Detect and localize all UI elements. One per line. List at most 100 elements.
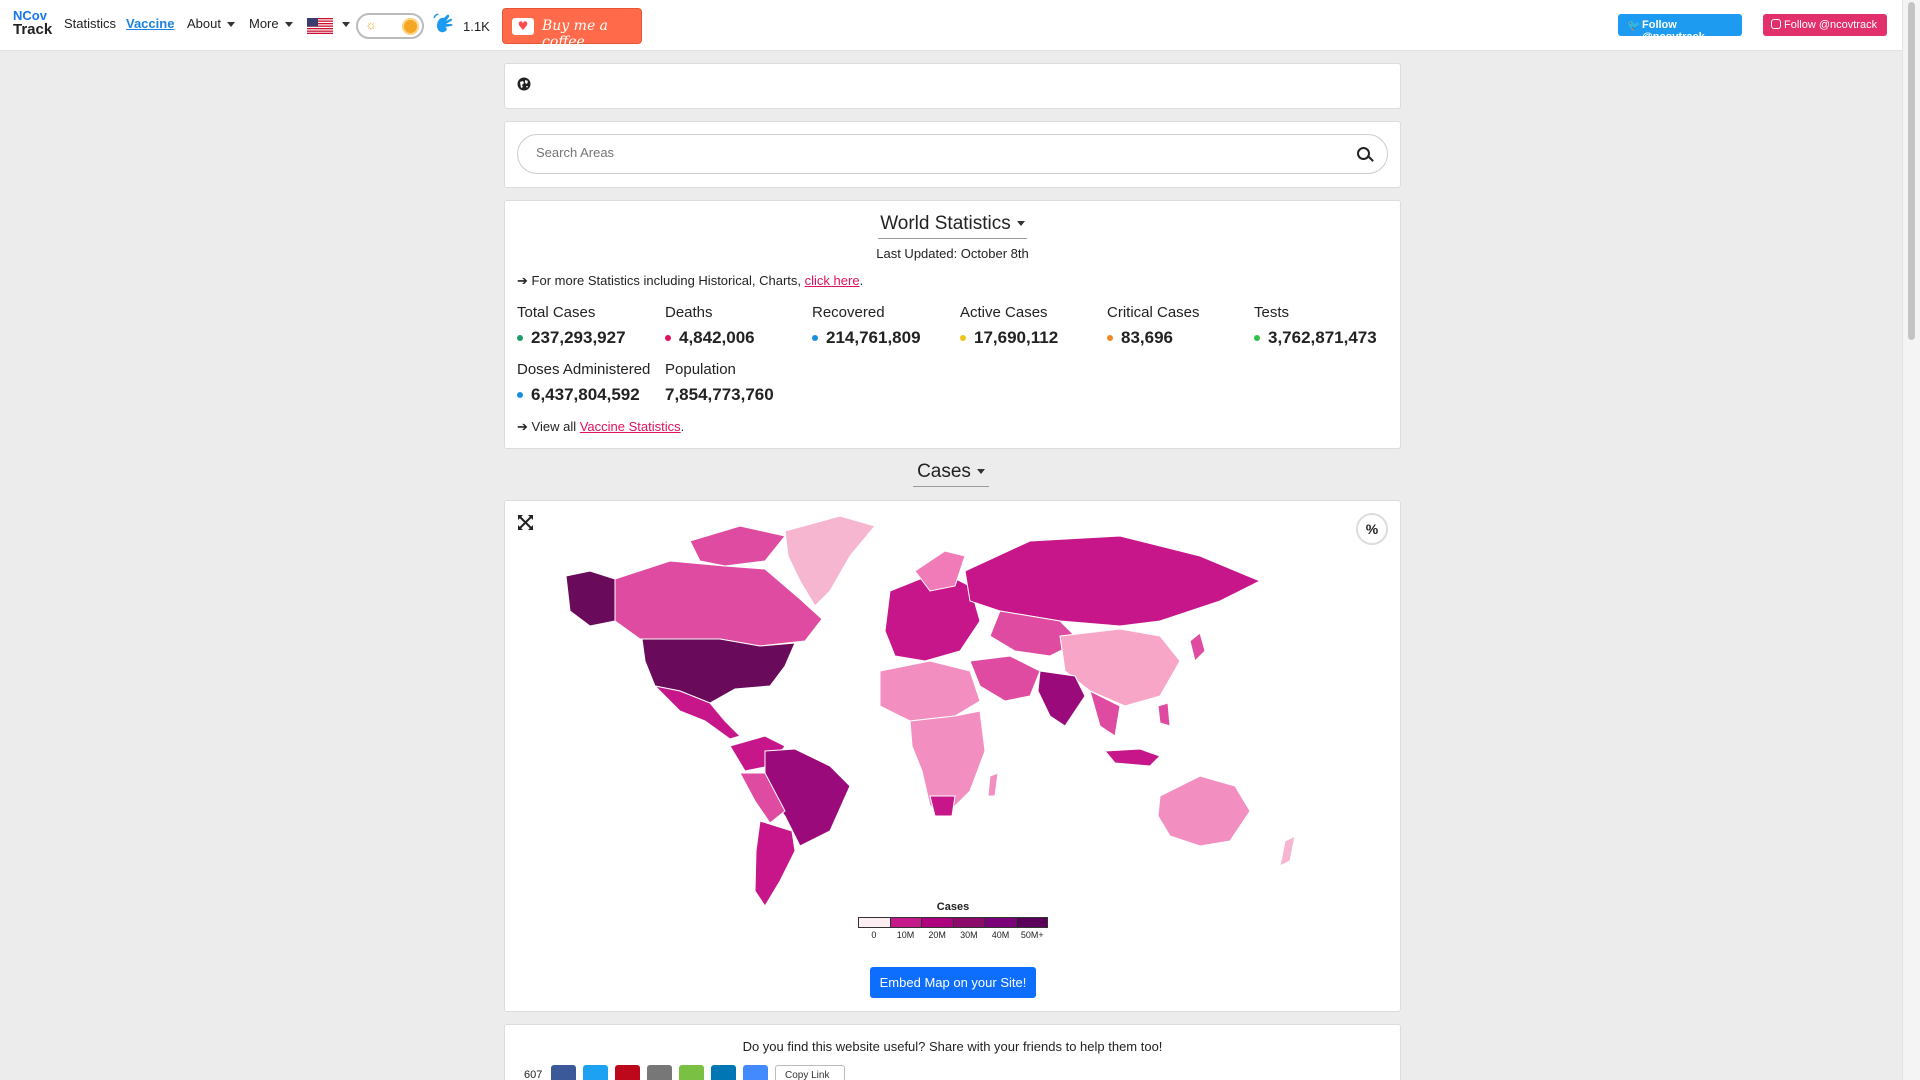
map-region-japan (1189, 632, 1206, 662)
stat-label: Population (665, 361, 736, 378)
percent-toggle-button[interactable]: % (1356, 513, 1388, 545)
chevron-down-icon (976, 469, 985, 475)
instagram-icon (1771, 19, 1781, 29)
chevron-down-icon[interactable] (342, 22, 350, 27)
page-scrollbar[interactable] (1902, 0, 1920, 1080)
pinterest-share-icon[interactable] (615, 1065, 640, 1080)
messenger-share-icon[interactable] (743, 1065, 768, 1080)
more-statistics-line: ➔ For more Statistics including Historic… (517, 273, 863, 289)
stat-value: 3,762,871,473 (1268, 328, 1377, 347)
click-here-link[interactable]: click here (805, 273, 860, 288)
search-card (504, 121, 1401, 188)
status-dot (665, 334, 671, 341)
vaccine-statistics-line: ➔ View all Vaccine Statistics. (517, 419, 684, 435)
share-question: Do you find this website useful? Share w… (742, 1039, 1163, 1054)
vaccine-statistics-link[interactable]: Vaccine Statistics (580, 419, 681, 434)
stat-total-cases: Total Cases 237,293,927 (517, 304, 626, 348)
world-statistics-card: World Statistics Last Updated: October 8… (504, 200, 1401, 449)
sun-icon: ☼ (365, 17, 377, 32)
linkedin-share-icon[interactable] (711, 1065, 736, 1080)
embed-map-button[interactable]: Embed Map on your Site! (870, 967, 1036, 998)
map-region-south-africa (929, 795, 956, 817)
instagram-follow-label: Follow @ncovtrack (1784, 19, 1878, 31)
twitter-follow-button[interactable]: 🐦 Follow @ncovtrack (1618, 14, 1742, 43)
search-input[interactable] (536, 145, 1316, 160)
arrow-right-icon: ➔ (517, 419, 528, 434)
more-statistics-text: For more Statistics including Historical… (531, 273, 802, 288)
globe-icon[interactable] (517, 77, 531, 91)
arrow-right-icon: ➔ (517, 273, 528, 288)
map-metric-label: Cases (917, 461, 971, 482)
legend-swatch (984, 918, 1016, 927)
legend-swatch (889, 918, 921, 927)
map-region-middle-east (969, 655, 1041, 702)
last-updated: Last Updated: October 8th (876, 246, 1029, 261)
stat-label: Active Cases (960, 304, 1048, 321)
us-flag-icon[interactable] (307, 18, 333, 34)
scrollbar-thumb[interactable] (1908, 2, 1915, 340)
map-region-argentina-chile (754, 820, 796, 907)
legend-tick-label: 50M+ (1020, 930, 1044, 940)
location-card (504, 63, 1401, 109)
status-dot (812, 334, 818, 341)
facebook-share-icon[interactable] (551, 1065, 576, 1080)
legend-color-scale (858, 917, 1048, 928)
wave-hand-icon[interactable] (432, 12, 456, 36)
map-region-canada-islands (689, 525, 786, 567)
world-choropleth-map[interactable] (560, 511, 1345, 911)
stat-doses-administered: Doses Administered 6,437,804,592 (517, 361, 650, 405)
instagram-follow-button[interactable]: Follow @ncovtrack (1763, 14, 1887, 36)
map-region-alaska (565, 570, 616, 627)
stat-label: Total Cases (517, 304, 596, 321)
toggle-knob (402, 18, 419, 35)
nav-about-dropdown[interactable]: About (187, 16, 235, 31)
nav-statistics-link[interactable]: Statistics (64, 16, 116, 31)
twitter-share-icon[interactable] (583, 1065, 608, 1080)
world-statistics-title: World Statistics (880, 213, 1011, 234)
theme-toggle[interactable]: ☼ (356, 13, 424, 39)
stat-tests: Tests 3,762,871,473 (1254, 304, 1377, 348)
map-region-new-zealand (1279, 835, 1296, 867)
share-count: 607 (524, 1069, 543, 1080)
site-logo[interactable]: NCov Track (13, 9, 52, 38)
stat-value: 17,690,112 (974, 328, 1059, 347)
copy-link-button[interactable]: Copy Link (775, 1065, 845, 1080)
legend-swatch (952, 918, 984, 927)
view-all-text: View all (531, 419, 577, 434)
legend-swatch (859, 918, 890, 927)
map-region-australia (1157, 775, 1251, 847)
map-metric-selector[interactable]: Cases (0, 461, 1902, 487)
map-legend: Cases 0 10M 20M 30M 40M 50M+ (858, 901, 1048, 940)
status-dot (517, 334, 523, 341)
nav-vaccine-link[interactable]: Vaccine (126, 16, 174, 31)
legend-swatch (1015, 918, 1047, 927)
legend-swatch (921, 918, 953, 927)
map-region-canada (614, 560, 823, 647)
legend-tick-label: 40M (991, 930, 1010, 940)
twitter-bird-icon: 🐦 (1627, 20, 1641, 32)
fullscreen-expand-icon[interactable] (517, 514, 534, 531)
chevron-down-icon (226, 22, 235, 28)
stat-value: 7,854,773,760 (665, 385, 774, 404)
nav-more-dropdown[interactable]: More (249, 16, 293, 31)
sharethis-share-icon[interactable] (679, 1065, 704, 1080)
stat-label: Recovered (812, 304, 885, 321)
world-map-card: % Cases 0 10M 20M 30M 40M 50M+ Embed Map… (504, 500, 1401, 1012)
stat-critical-cases: Critical Cases 83,696 (1107, 304, 1200, 348)
email-share-icon[interactable] (647, 1065, 672, 1080)
chevron-down-icon (284, 22, 293, 28)
twitter-follow-label: Follow @ncovtrack (1642, 19, 1705, 43)
search-icon[interactable] (1357, 147, 1370, 160)
chevron-down-icon (1016, 221, 1025, 227)
visitor-count: 1.1K (463, 19, 490, 34)
buy-me-coffee-button[interactable]: ♥ Buy me a coffee (502, 8, 642, 50)
stat-recovered: Recovered 214,761,809 (812, 304, 921, 348)
legend-title: Cases (936, 901, 970, 913)
stat-label: Deaths (665, 304, 713, 321)
map-region-greenland (784, 515, 876, 607)
legend-ticks: 0 10M 20M 30M 40M 50M+ (858, 930, 1048, 940)
search-box (517, 134, 1388, 174)
status-dot (1107, 334, 1113, 341)
world-statistics-selector[interactable]: World Statistics (505, 213, 1400, 239)
stat-value: 6,437,804,592 (531, 385, 640, 404)
